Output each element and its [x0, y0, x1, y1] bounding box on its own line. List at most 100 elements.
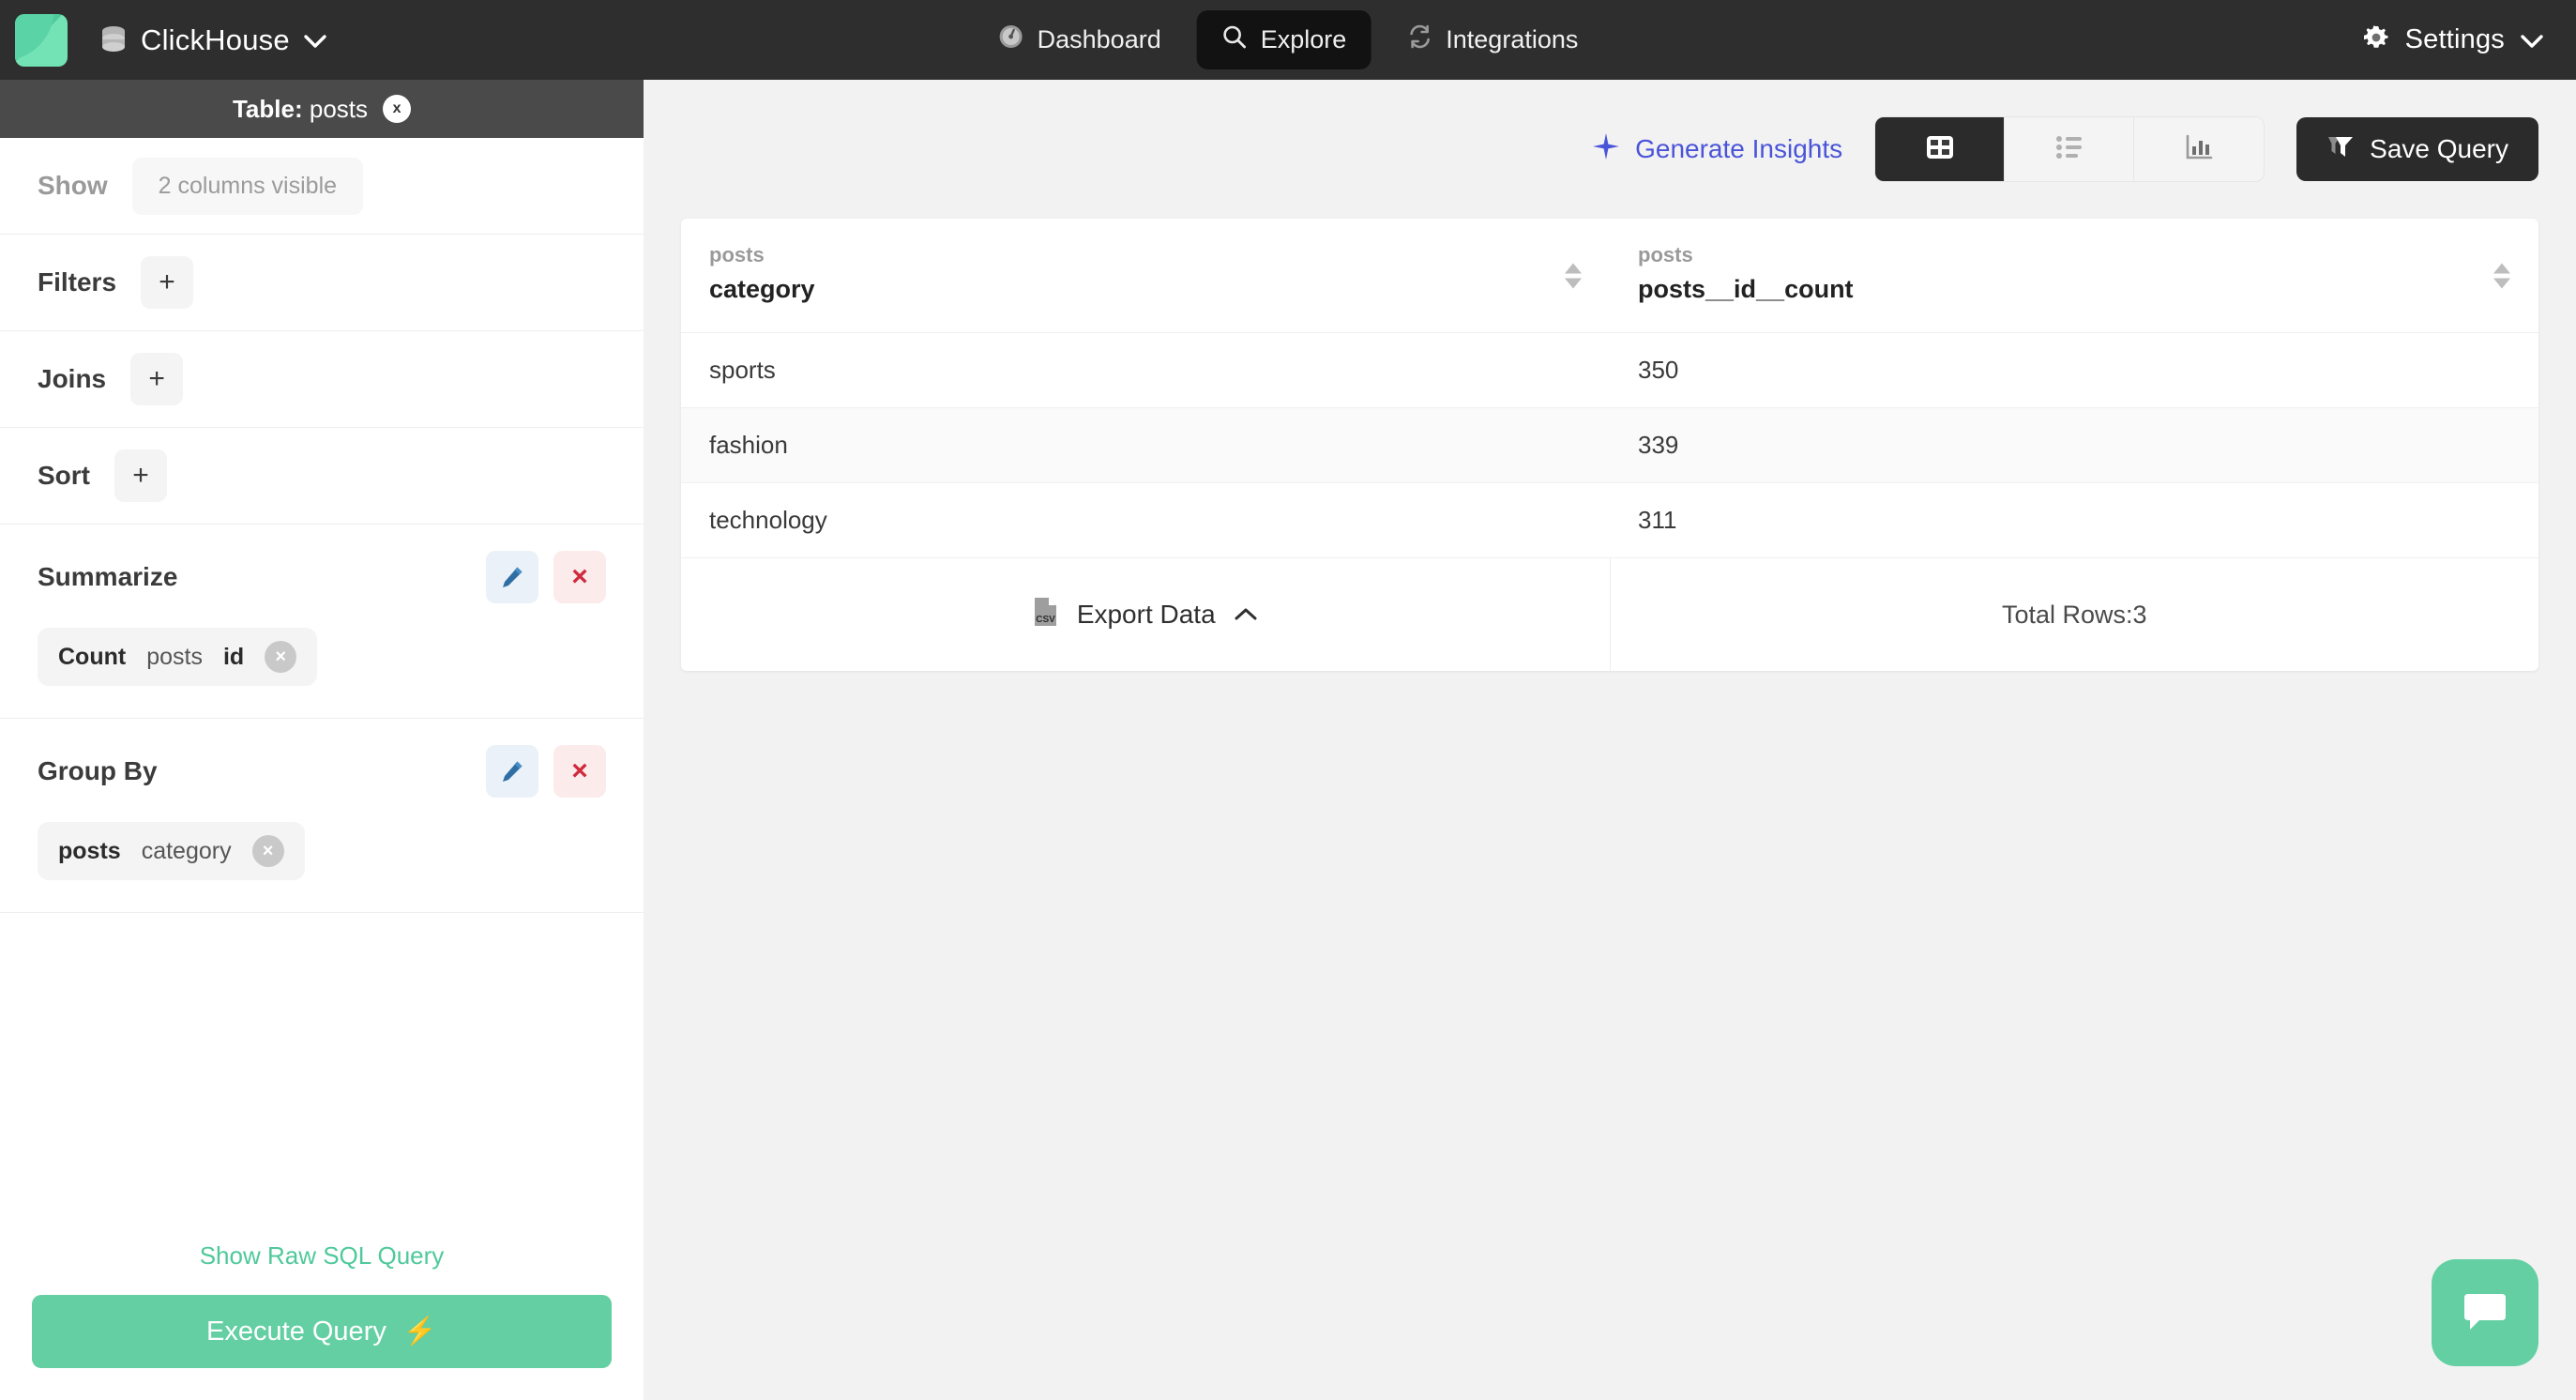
column-source-category: posts: [709, 243, 765, 266]
sort-ascending-icon: [1565, 263, 1582, 273]
nav-item-integrations[interactable]: Integrations: [1382, 10, 1602, 69]
table-icon: [1924, 131, 1956, 168]
chat-bubble-icon: [2459, 1285, 2511, 1342]
table-header-row: posts category posts posts__id__count: [681, 219, 2538, 333]
export-data-button[interactable]: CSV Export Data: [1032, 596, 1259, 634]
joins-section: Joins +: [0, 331, 644, 428]
app-logo[interactable]: [15, 13, 68, 67]
nav-item-dashboard[interactable]: Dashboard: [974, 10, 1186, 69]
list-icon: [2053, 131, 2085, 168]
results-footer: CSV Export Data Total Rows:3: [681, 558, 2538, 671]
settings-label: Settings: [2404, 24, 2505, 54]
settings-menu[interactable]: Settings: [2362, 23, 2544, 56]
funnel-icon: [2326, 132, 2355, 167]
nav-item-explore[interactable]: Explore: [1196, 10, 1371, 69]
sort-descending-icon: [2493, 278, 2510, 288]
total-rows-label: Total Rows:3: [2001, 600, 2147, 629]
execute-query-button[interactable]: Execute Query ⚡: [32, 1295, 612, 1368]
cell-count: 350: [1610, 332, 2538, 408]
edit-summarize-button[interactable]: [486, 551, 538, 603]
database-icon: [99, 25, 128, 55]
query-builder-sidebar: Table: posts x Show 2 columns visible Fi…: [0, 80, 644, 1400]
save-query-button[interactable]: Save Query: [2296, 117, 2538, 181]
sort-descending-icon: [1565, 278, 1582, 288]
results-table: posts category posts posts__id__count sp…: [681, 219, 2538, 558]
bar-chart-icon: [2183, 131, 2215, 168]
sort-ascending-icon: [2493, 263, 2510, 273]
add-join-button[interactable]: +: [130, 353, 184, 405]
dashboard-icon: [998, 23, 1024, 56]
nav-label-integrations: Integrations: [1446, 25, 1579, 53]
remove-summarize-chip-button[interactable]: ×: [265, 641, 297, 673]
table-row: fashion 339: [681, 407, 2538, 483]
execute-query-label: Execute Query: [206, 1316, 386, 1347]
remove-table-button[interactable]: x: [383, 95, 412, 123]
filters-section: Filters +: [0, 235, 644, 331]
summarize-chip[interactable]: Count posts id ×: [38, 628, 318, 686]
cell-count: 339: [1610, 407, 2538, 483]
edit-group-by-button[interactable]: [486, 745, 538, 798]
summarize-section: Summarize × Count posts id ×: [0, 525, 644, 719]
database-selector[interactable]: ClickHouse: [99, 23, 327, 57]
selected-table-bar: Table: posts x: [0, 80, 644, 138]
chevron-down-icon: [303, 28, 327, 53]
lightning-icon: ⚡: [402, 1316, 437, 1347]
column-name-category: category: [709, 275, 815, 303]
sparkle-icon: [1592, 132, 1620, 167]
selected-table-name: posts: [309, 94, 369, 123]
view-mode-chart-button[interactable]: [2134, 117, 2264, 181]
joins-label: Joins: [38, 364, 107, 393]
save-query-label: Save Query: [2370, 134, 2508, 163]
summarize-chip-function: Count: [58, 643, 127, 670]
selected-table-label: Table: posts: [233, 95, 368, 124]
cell-category: sports: [681, 332, 1610, 408]
column-header-category[interactable]: posts category: [681, 219, 1610, 333]
cell-category: fashion: [681, 407, 1610, 483]
view-mode-table-button[interactable]: [1875, 117, 2006, 181]
chevron-up-icon: [1233, 600, 1259, 630]
group-by-chip-column: category: [141, 837, 232, 864]
svg-text:CSV: CSV: [1036, 615, 1055, 625]
chat-widget-button[interactable]: [2432, 1259, 2538, 1366]
group-by-label: Group By: [38, 756, 158, 785]
show-raw-sql-link[interactable]: Show Raw SQL Query: [32, 1241, 612, 1271]
show-label: Show: [38, 171, 108, 200]
sort-section: Sort +: [0, 428, 644, 525]
export-cell: CSV Export Data: [681, 558, 1611, 671]
chevron-down-icon: [2520, 28, 2544, 53]
sidebar-footer: Show Raw SQL Query Execute Query ⚡: [0, 1241, 644, 1400]
add-sort-button[interactable]: +: [114, 449, 167, 502]
group-by-section: Group By × posts category ×: [0, 719, 644, 913]
table-row: technology 311: [681, 482, 2538, 558]
generate-insights-button[interactable]: Generate Insights: [1592, 132, 1842, 167]
primary-nav: Dashboard Explore Integrations: [974, 10, 1603, 69]
nav-label-explore: Explore: [1260, 25, 1347, 53]
column-source-count: posts: [1638, 243, 1693, 266]
total-rows-cell: Total Rows:3: [1611, 558, 2539, 671]
column-name-count: posts__id__count: [1638, 275, 1854, 303]
nav-label-dashboard: Dashboard: [1037, 25, 1161, 53]
group-by-chip-table: posts: [58, 837, 121, 864]
delete-group-by-button[interactable]: ×: [553, 745, 606, 798]
sort-toggle-category[interactable]: [1565, 263, 1582, 288]
refresh-icon: [1406, 23, 1432, 56]
filters-label: Filters: [38, 267, 117, 297]
delete-summarize-button[interactable]: ×: [553, 551, 606, 603]
generate-insights-label: Generate Insights: [1635, 134, 1843, 163]
cell-category: technology: [681, 482, 1610, 558]
show-section: Show 2 columns visible: [0, 138, 644, 235]
summarize-chip-column: id: [222, 643, 245, 670]
view-mode-switcher: [1874, 116, 2265, 182]
group-by-chip[interactable]: posts category ×: [38, 822, 305, 880]
column-header-count[interactable]: posts posts__id__count: [1610, 219, 2538, 333]
sort-toggle-count[interactable]: [2493, 263, 2510, 288]
results-panel: Generate Insights Save Query posts categ…: [644, 80, 2576, 1400]
sidebar-spacer: [0, 913, 644, 1241]
selected-table-prefix: Table:: [232, 94, 303, 123]
top-navigation-bar: ClickHouse Dashboard Explore Integration…: [0, 0, 2576, 80]
results-card: posts category posts posts__id__count sp…: [681, 219, 2538, 671]
remove-group-by-chip-button[interactable]: ×: [251, 835, 284, 867]
view-mode-list-button[interactable]: [2005, 117, 2135, 181]
add-filter-button[interactable]: +: [141, 256, 194, 309]
columns-visible-chip[interactable]: 2 columns visible: [131, 157, 364, 215]
